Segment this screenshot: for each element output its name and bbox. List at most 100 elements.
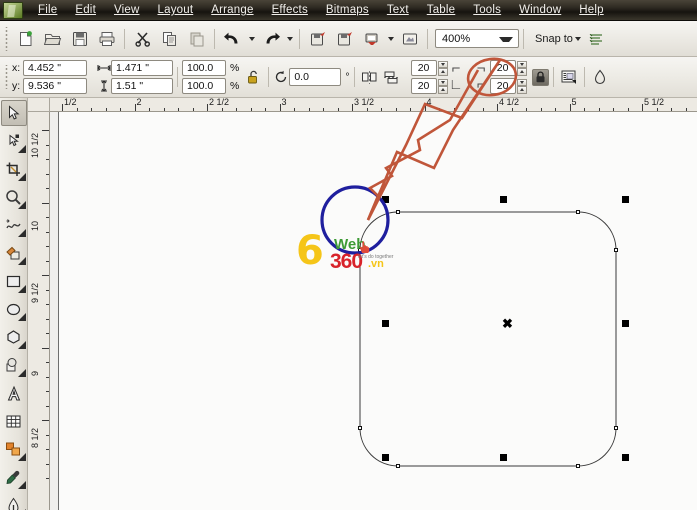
- rotation-angle-input[interactable]: 0.0: [289, 68, 342, 86]
- outline-tool[interactable]: [1, 492, 27, 510]
- menu-item-table[interactable]: Table: [418, 1, 465, 19]
- shape-node[interactable]: [396, 464, 400, 468]
- print-button[interactable]: [94, 26, 119, 51]
- y-position-input[interactable]: 9.536 ": [23, 78, 87, 94]
- corner-radius-lock-button[interactable]: [531, 68, 549, 86]
- menu-item-tools[interactable]: Tools: [464, 1, 510, 19]
- shape-node[interactable]: [396, 210, 400, 214]
- spinner-down-icon[interactable]: [437, 60, 448, 68]
- mirror-vertical-button[interactable]: [381, 66, 403, 88]
- horizontal-ruler[interactable]: 1/2 2 2 1/2 3 3 1/2 4 4 1/2 5 5 1/2: [50, 98, 697, 112]
- cut-button[interactable]: [130, 26, 155, 51]
- spinner-up-icon[interactable]: [437, 86, 448, 94]
- ruler-origin-corner[interactable]: [28, 98, 50, 112]
- menu-item-view[interactable]: View: [105, 1, 149, 19]
- shape-node[interactable]: [614, 426, 618, 430]
- menu-item-text[interactable]: Text: [378, 1, 418, 19]
- tool-flyout-arrow-icon[interactable]: [17, 201, 26, 209]
- paste-button[interactable]: [184, 26, 209, 51]
- basic-shapes-tool[interactable]: [1, 352, 27, 378]
- publish-pdf-button[interactable]: [359, 26, 384, 51]
- selection-handle-top-right[interactable]: [622, 196, 629, 203]
- polygon-tool[interactable]: [1, 324, 27, 350]
- selection-handle-bottom-right[interactable]: [622, 454, 629, 461]
- freehand-tool[interactable]: [1, 212, 27, 238]
- menu-item-window[interactable]: Window: [510, 1, 570, 19]
- toolbar-grip[interactable]: [3, 26, 10, 51]
- spinner-down-icon[interactable]: [516, 60, 527, 68]
- zoom-level-combobox[interactable]: 400%: [435, 29, 519, 48]
- drawing-canvas[interactable]: ✖: [50, 112, 697, 510]
- save-button[interactable]: [67, 26, 92, 51]
- propertybar-grip[interactable]: [3, 65, 10, 89]
- selection-handle-middle-left[interactable]: [382, 320, 389, 327]
- ellipse-tool[interactable]: [1, 296, 27, 322]
- selection-handle-top-left[interactable]: [382, 196, 389, 203]
- spinner-down-icon[interactable]: [516, 78, 527, 86]
- redo-button[interactable]: [258, 26, 283, 51]
- undo-button[interactable]: [220, 26, 245, 51]
- corner-radius-top-left-input[interactable]: 20: [410, 60, 437, 76]
- menu-item-effects[interactable]: Effects: [263, 1, 317, 19]
- shape-node[interactable]: [358, 426, 362, 430]
- zoom-tool[interactable]: [1, 184, 27, 210]
- open-button[interactable]: [40, 26, 65, 51]
- shape-node[interactable]: [576, 210, 580, 214]
- options-button[interactable]: [585, 26, 610, 51]
- text-tool[interactable]: [1, 380, 27, 406]
- copy-button[interactable]: [157, 26, 182, 51]
- mirror-horizontal-button[interactable]: [359, 66, 381, 88]
- blend-tool[interactable]: [1, 436, 27, 462]
- pdf-dropdown-arrow[interactable]: [385, 28, 396, 50]
- shape-tool[interactable]: [1, 128, 27, 154]
- x-position-input[interactable]: 4.452 ": [23, 60, 87, 76]
- rectangle-tool[interactable]: [1, 268, 27, 294]
- snap-to-dropdown-arrow[interactable]: [573, 28, 584, 50]
- corner-radius-bottom-right-spinner[interactable]: [516, 78, 527, 94]
- shape-node[interactable]: [614, 248, 618, 252]
- outline-width-button[interactable]: [589, 66, 611, 88]
- menu-item-arrange[interactable]: Arrange: [202, 1, 262, 19]
- crop-tool[interactable]: [1, 156, 27, 182]
- spinner-up-icon[interactable]: [516, 68, 527, 76]
- menu-item-help[interactable]: Help: [570, 1, 612, 19]
- tool-flyout-arrow-icon[interactable]: [17, 285, 26, 293]
- corner-radius-bottom-left-input[interactable]: 20: [410, 78, 437, 94]
- spinner-up-icon[interactable]: [516, 86, 527, 94]
- menu-item-edit[interactable]: Edit: [66, 1, 105, 19]
- document-page[interactable]: [58, 112, 697, 510]
- menu-item-file[interactable]: File: [29, 1, 66, 19]
- tool-flyout-arrow-icon[interactable]: [17, 453, 26, 461]
- shape-node[interactable]: [576, 464, 580, 468]
- selection-handle-bottom-center[interactable]: [500, 454, 507, 461]
- tool-flyout-arrow-icon[interactable]: [17, 341, 26, 349]
- selection-handle-bottom-left[interactable]: [382, 454, 389, 461]
- snap-to-label[interactable]: Snap to: [535, 33, 573, 45]
- object-height-input[interactable]: 1.51 ": [111, 78, 173, 94]
- import-button[interactable]: [305, 26, 330, 51]
- corner-radius-top-right-input[interactable]: 20: [489, 60, 516, 76]
- corner-radius-bottom-left-spinner[interactable]: [437, 78, 448, 94]
- tool-flyout-arrow-icon[interactable]: [17, 145, 26, 153]
- pick-tool[interactable]: [0, 100, 27, 126]
- corner-radius-top-right-spinner[interactable]: [516, 60, 527, 76]
- menu-item-layout[interactable]: Layout: [149, 1, 203, 19]
- table-tool[interactable]: [1, 408, 27, 434]
- corner-radius-bottom-right-input[interactable]: 20: [489, 78, 516, 94]
- new-document-button[interactable]: [13, 26, 38, 51]
- tool-flyout-arrow-icon[interactable]: [17, 173, 26, 181]
- menu-item-bitmaps[interactable]: Bitmaps: [317, 1, 378, 19]
- scale-horizontal-input[interactable]: 100.0: [182, 60, 226, 76]
- selection-handle-middle-right[interactable]: [622, 320, 629, 327]
- scale-lock-button[interactable]: [242, 66, 264, 88]
- redo-dropdown-arrow[interactable]: [284, 28, 295, 50]
- corner-radius-top-left-spinner[interactable]: [437, 60, 448, 76]
- eyedropper-tool[interactable]: [1, 464, 27, 490]
- object-width-input[interactable]: 1.471 ": [111, 60, 173, 76]
- export-button[interactable]: [332, 26, 357, 51]
- spinner-down-icon[interactable]: [437, 78, 448, 86]
- tool-flyout-arrow-icon[interactable]: [17, 257, 26, 265]
- vertical-ruler[interactable]: 10 1/2 10 9 1/2 9 8 1/2: [28, 112, 50, 510]
- tool-flyout-arrow-icon[interactable]: [17, 481, 26, 489]
- tool-flyout-arrow-icon[interactable]: [17, 369, 26, 377]
